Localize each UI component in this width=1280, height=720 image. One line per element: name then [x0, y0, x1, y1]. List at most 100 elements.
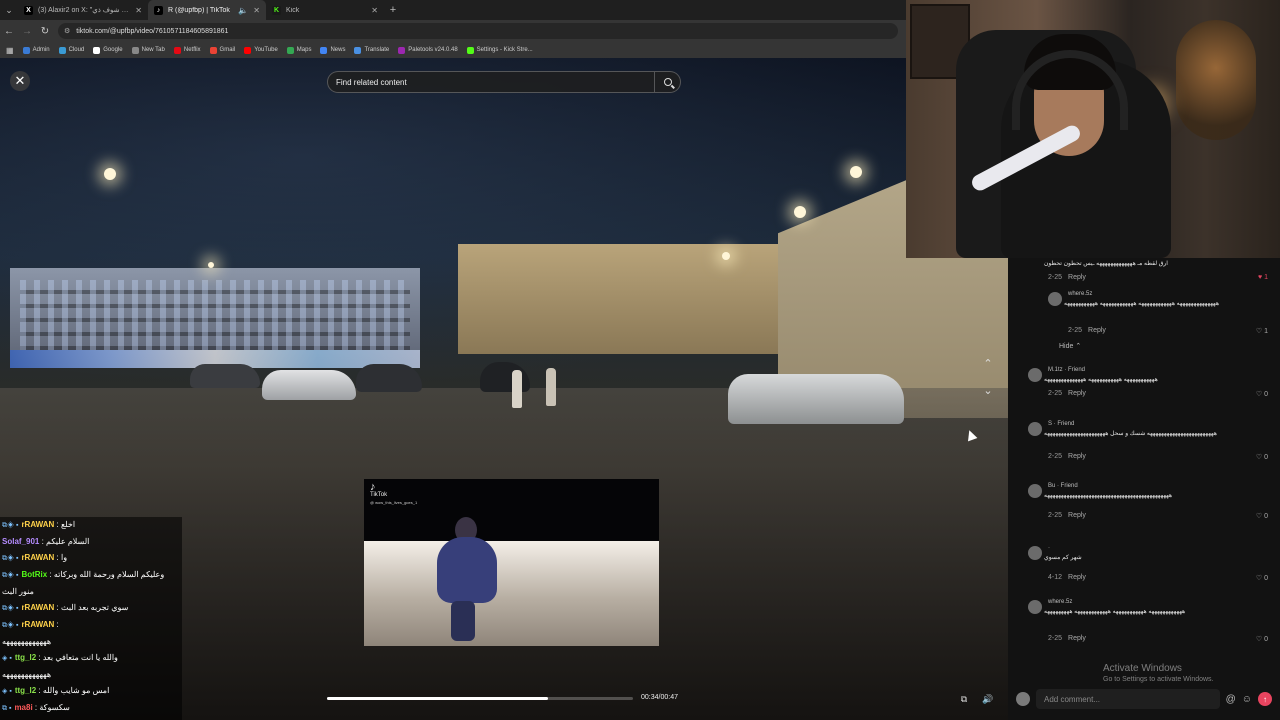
reply-button[interactable]: Reply — [1068, 574, 1086, 581]
chat-username[interactable]: rRAWAN — [21, 520, 54, 529]
chat-separator: : — [54, 553, 61, 562]
avatar[interactable] — [1028, 600, 1042, 614]
emoji-icon[interactable]: ☺ — [1242, 694, 1252, 705]
bookmark-icon — [173, 46, 181, 54]
search-input[interactable]: Find related content — [336, 78, 654, 87]
embedded-clip: ♪ TikTok @ wow_this_lives_goes_1 — [364, 479, 659, 646]
bookmark-item[interactable]: New Tab — [131, 46, 165, 54]
new-tab-button[interactable]: + — [384, 4, 402, 16]
reply-button[interactable]: Reply — [1068, 635, 1086, 642]
avatar[interactable] — [1028, 546, 1042, 560]
chat-message: ◈ ▪ ttg_l2 : والله يا انت متعافي بعد — [2, 650, 182, 667]
site-info-icon[interactable]: ⚙ — [64, 27, 70, 35]
back-icon[interactable]: ← — [0, 26, 18, 37]
tiktok-watermark: ♪ TikTok @ wow_this_lives_goes_1 — [370, 482, 417, 507]
close-tab-icon[interactable]: ✕ — [253, 6, 260, 15]
comment-author[interactable]: where.5z — [1048, 599, 1072, 605]
windows-activation-watermark: Activate Windows Go to Settings to activ… — [1103, 663, 1214, 683]
comment-author[interactable]: S · Friend — [1048, 421, 1074, 427]
forward-icon[interactable]: → — [18, 26, 36, 37]
bookmark-item[interactable]: Maps — [286, 46, 311, 54]
avatar[interactable] — [1048, 292, 1062, 306]
comment-meta: 2-25 Reply — [1048, 274, 1086, 281]
comment-author[interactable]: where.5z — [1068, 291, 1092, 297]
like-button[interactable]: ♡ 0 — [1256, 512, 1268, 520]
bookmark-item[interactable]: Settings - Kick Stre... — [466, 46, 533, 54]
browser-tab-bar: ⌄ X (3) Alaxir2 on X: "بس أبغى شوف ذي ✕ … — [0, 0, 906, 20]
chat-username[interactable]: BotRix — [21, 570, 47, 579]
activation-title: Activate Windows — [1103, 663, 1182, 674]
url-field[interactable]: ⚙ tiktok.com/@upfbp/video/76105711846058… — [58, 23, 898, 39]
bookmark-item[interactable]: Translate — [354, 46, 389, 54]
add-comment-input[interactable]: Add comment... — [1036, 689, 1220, 709]
bookmark-item[interactable]: Google — [93, 46, 123, 54]
bookmark-item[interactable]: News — [320, 46, 345, 54]
chat-username[interactable]: rRAWAN — [21, 553, 54, 562]
tab-title: Kick — [286, 6, 300, 14]
tab-x[interactable]: X (3) Alaxir2 on X: "بس أبغى شوف ذي ✕ — [18, 0, 148, 20]
like-button[interactable]: ♡ 0 — [1256, 453, 1268, 461]
bookmark-item[interactable]: Admin — [22, 46, 50, 54]
volume-button[interactable]: 🔊 — [980, 691, 996, 707]
reply-button[interactable]: Reply — [1068, 512, 1086, 519]
chat-username[interactable]: Solaf_901 — [2, 537, 39, 546]
bookmark-item[interactable]: Netflix — [173, 46, 201, 54]
comment-meta: 2-25 Reply — [1048, 390, 1086, 397]
heart-icon: ♡ — [1255, 513, 1265, 520]
chat-username[interactable]: ttg_l2 — [15, 653, 36, 662]
reply-button[interactable]: Reply — [1068, 274, 1086, 281]
chat-message: ⧉◈ ▪ rRAWAN : سوي تجربه بعد البث — [2, 600, 182, 617]
like-button[interactable]: ♡ 0 — [1256, 635, 1268, 643]
progress-bar[interactable] — [327, 697, 633, 700]
bookmark-item[interactable]: Gmail — [209, 46, 235, 54]
like-button[interactable]: ♡ 0 — [1256, 574, 1268, 582]
chat-badges-icon: ⧉◈ ▪ — [2, 555, 19, 562]
search-button[interactable] — [654, 72, 680, 92]
avatar[interactable] — [1028, 368, 1042, 382]
bookmark-item[interactable]: Cloud — [58, 46, 84, 54]
picture-in-picture-button[interactable]: ⧉ — [956, 691, 972, 707]
reply-button[interactable]: Reply — [1088, 327, 1106, 334]
close-tab-icon[interactable]: ✕ — [135, 6, 142, 15]
like-button[interactable]: ♥ 1 — [1258, 274, 1268, 281]
chat-text: وعليكم السلام ورحمة الله وبركاته — [53, 570, 165, 579]
reload-icon[interactable]: ↻ — [36, 26, 54, 37]
reply-button[interactable]: Reply — [1068, 390, 1086, 397]
reply-button[interactable]: Reply — [1068, 453, 1086, 460]
chat-username[interactable]: ma8i — [14, 703, 32, 712]
avatar[interactable] — [1028, 484, 1042, 498]
bookmark-label: YouTube — [254, 47, 278, 53]
bookmark-label: Settings - Kick Stre... — [476, 47, 533, 53]
bookmark-label: Google — [103, 47, 123, 53]
comment-meta: 4-12 Reply — [1048, 574, 1086, 581]
hide-replies-button[interactable]: Hide ⌃ — [1059, 342, 1081, 350]
bookmark-item[interactable]: Paletools v24.0.48 — [398, 46, 458, 54]
bookmark-icon — [22, 46, 30, 54]
avatar[interactable] — [1028, 422, 1042, 436]
tab-kick[interactable]: K Kick ✕ — [266, 0, 384, 20]
apps-icon[interactable]: ▦ — [6, 46, 14, 55]
chat-username[interactable]: rRAWAN — [21, 620, 54, 629]
like-button[interactable]: ♡ 0 — [1256, 390, 1268, 398]
related-search-bar[interactable]: Find related content — [327, 71, 681, 93]
tab-tiktok[interactable]: ♪ R (@upfbp) | TikTok 🔈 ✕ — [148, 0, 266, 20]
comment-author[interactable]: M.1tz · Friend — [1048, 367, 1085, 373]
at-icon[interactable]: @ — [1226, 694, 1236, 705]
chat-badges-icon: ⧉ ▪ — [2, 705, 12, 712]
send-button[interactable]: ↑ — [1258, 692, 1272, 706]
chat-username[interactable]: ttg_l2 — [15, 686, 36, 695]
close-tab-icon[interactable]: ✕ — [371, 6, 378, 15]
comment-text: ههههههههههههههههههههههههه شسك و سحل هههه… — [1044, 431, 1217, 437]
comment-date: 2-25 — [1048, 390, 1063, 397]
speaker-icon[interactable]: 🔈 — [238, 6, 248, 15]
like-button[interactable]: ♡ 1 — [1256, 327, 1268, 335]
tab-search-icon[interactable]: ⌄ — [0, 0, 18, 20]
close-video-button[interactable]: ✕ — [10, 71, 30, 91]
comment-author[interactable]: · — [1048, 545, 1050, 551]
bookmark-item[interactable]: YouTube — [244, 46, 278, 54]
previous-video-button[interactable]: ⌃ — [980, 357, 996, 371]
comment-author[interactable]: Bu · Friend — [1048, 483, 1078, 489]
chat-username[interactable]: rRAWAN — [21, 603, 54, 612]
next-video-button[interactable]: ⌄ — [980, 384, 996, 398]
chat-message: ◈ ▪ ttg_l2 : امس مو شايب والله — [2, 683, 182, 700]
